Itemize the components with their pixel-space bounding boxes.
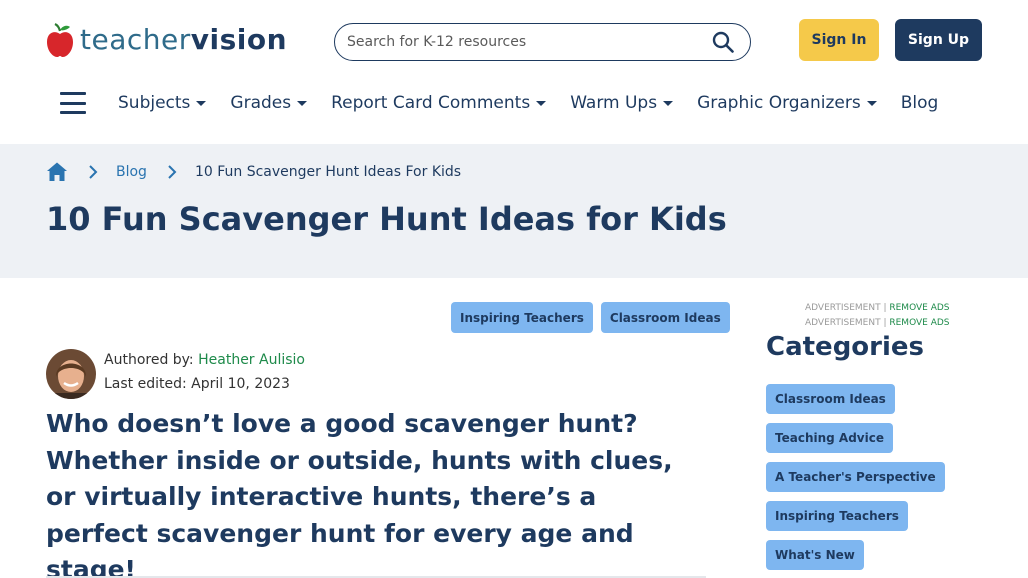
search-input[interactable]: [347, 34, 697, 50]
nav-item-label: Blog: [900, 93, 939, 113]
search-bar: [334, 23, 751, 61]
caret-down-icon: [866, 101, 877, 106]
tag-inspiring-teachers[interactable]: Inspiring Teachers: [451, 302, 593, 333]
advertisement-label: ADVERTISEMENT | REMOVE ADS: [805, 318, 950, 328]
search-icon[interactable]: [712, 31, 734, 53]
category-teaching-advice[interactable]: Teaching Advice: [766, 423, 893, 453]
breadcrumb-blog-link[interactable]: Blog: [116, 164, 147, 180]
logo-wordmark: teachervision: [80, 20, 287, 60]
article-tags: Inspiring Teachers Classroom Ideas: [451, 302, 738, 333]
category-classroom-ideas[interactable]: Classroom Ideas: [766, 384, 895, 414]
ad-text: ADVERTISEMENT |: [805, 303, 890, 313]
page-header-band: Blog 10 Fun Scavenger Hunt Ideas For Kid…: [0, 144, 1028, 278]
advertisement-label: ADVERTISEMENT | REMOVE ADS: [805, 303, 950, 313]
logo-text-vision: vision: [190, 23, 288, 56]
nav-item-grades[interactable]: Grades: [230, 93, 308, 113]
nav-item-subjects[interactable]: Subjects: [118, 93, 207, 113]
main-nav: Subjects Grades Report Card Comments War…: [60, 84, 962, 122]
tag-classroom-ideas[interactable]: Classroom Ideas: [600, 302, 730, 333]
author-line: Authored by: Heather Aulisio: [104, 352, 305, 368]
nav-item-report-card-comments[interactable]: Report Card Comments: [331, 93, 547, 113]
caret-down-icon: [297, 101, 308, 106]
hamburger-menu-icon[interactable]: [60, 92, 86, 114]
nav-item-label: Warm Ups: [570, 93, 658, 113]
nav-item-label: Graphic Organizers: [697, 93, 861, 113]
author-name-link[interactable]: Heather Aulisio: [198, 352, 305, 368]
ad-text: ADVERTISEMENT |: [805, 318, 890, 328]
site-header: teachervision Sign In Sign Up Subjects G…: [0, 0, 1028, 144]
nav-item-blog[interactable]: Blog: [901, 93, 939, 113]
home-icon[interactable]: [46, 161, 68, 183]
page-title: 10 Fun Scavenger Hunt Ideas for Kids: [46, 200, 727, 238]
category-a-teachers-perspective[interactable]: A Teacher's Perspective: [766, 462, 945, 492]
nav-item-label: Grades: [230, 93, 292, 113]
chevron-right-icon: [89, 165, 98, 179]
apple-icon: [47, 23, 73, 57]
article-lede: Who doesn’t love a good scavenger hunt? …: [46, 409, 673, 578]
author-prefix: Authored by:: [104, 352, 199, 368]
caret-down-icon: [196, 101, 207, 106]
nav-item-graphic-organizers[interactable]: Graphic Organizers: [697, 93, 877, 113]
remove-ads-link[interactable]: REMOVE ADS: [889, 303, 949, 313]
nav-item-warm-ups[interactable]: Warm Ups: [570, 93, 674, 113]
author-photo: [46, 349, 96, 399]
category-inspiring-teachers[interactable]: Inspiring Teachers: [766, 501, 908, 531]
chevron-right-icon: [168, 165, 177, 179]
category-whats-new[interactable]: What's New: [766, 540, 864, 570]
nav-item-label: Report Card Comments: [331, 93, 531, 113]
caret-down-icon: [536, 101, 547, 106]
logo-text-teacher: teacher: [80, 23, 191, 56]
nav-item-label: Subjects: [118, 93, 191, 113]
categories-title: Categories: [766, 332, 925, 362]
remove-ads-link[interactable]: REMOVE ADS: [889, 318, 949, 328]
site-logo[interactable]: teachervision: [46, 20, 287, 60]
sign-up-button[interactable]: Sign Up: [895, 19, 982, 61]
author-avatar: [46, 349, 96, 399]
sign-in-button[interactable]: Sign In: [799, 19, 879, 61]
breadcrumb: Blog 10 Fun Scavenger Hunt Ideas For Kid…: [46, 160, 461, 184]
last-edited: Last edited: April 10, 2023: [104, 376, 290, 392]
breadcrumb-current: 10 Fun Scavenger Hunt Ideas For Kids: [194, 164, 462, 180]
caret-down-icon: [663, 101, 674, 106]
